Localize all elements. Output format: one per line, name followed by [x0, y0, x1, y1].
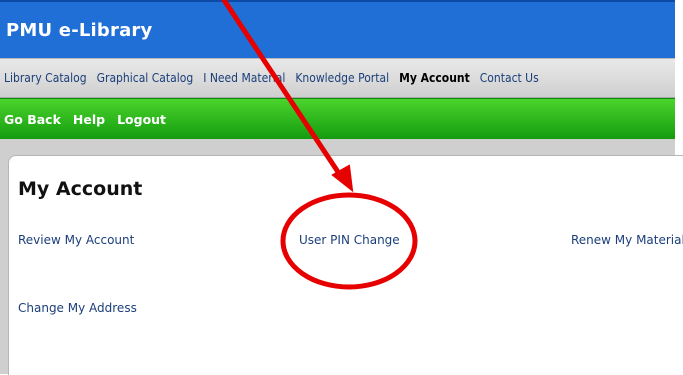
nav-i-need-material[interactable]: I Need Material — [203, 71, 285, 85]
nav-contact-us[interactable]: Contact Us — [480, 71, 539, 85]
nav-library-catalog[interactable]: Library Catalog — [4, 71, 87, 85]
help-button[interactable]: Help — [73, 112, 105, 127]
main-nav: Library Catalog Graphical Catalog I Need… — [0, 58, 675, 98]
nav-knowledge-portal[interactable]: Knowledge Portal — [295, 71, 389, 85]
logout-button[interactable]: Logout — [117, 112, 166, 127]
nav-graphical-catalog[interactable]: Graphical Catalog — [97, 71, 194, 85]
user-pin-change-link[interactable]: User PIN Change — [299, 233, 400, 247]
nav-my-account[interactable]: My Account — [399, 71, 470, 85]
header-bar: PMU e-Library — [0, 0, 675, 58]
review-my-account-link[interactable]: Review My Account — [18, 233, 134, 247]
page-title: My Account — [18, 178, 143, 200]
action-toolbar: Go Back Help Logout — [0, 98, 675, 140]
renew-my-materials-link[interactable]: Renew My Materials — [571, 233, 683, 247]
change-my-address-link[interactable]: Change My Address — [18, 301, 137, 315]
app-title: PMU e-Library — [6, 20, 153, 41]
go-back-button[interactable]: Go Back — [4, 112, 61, 127]
